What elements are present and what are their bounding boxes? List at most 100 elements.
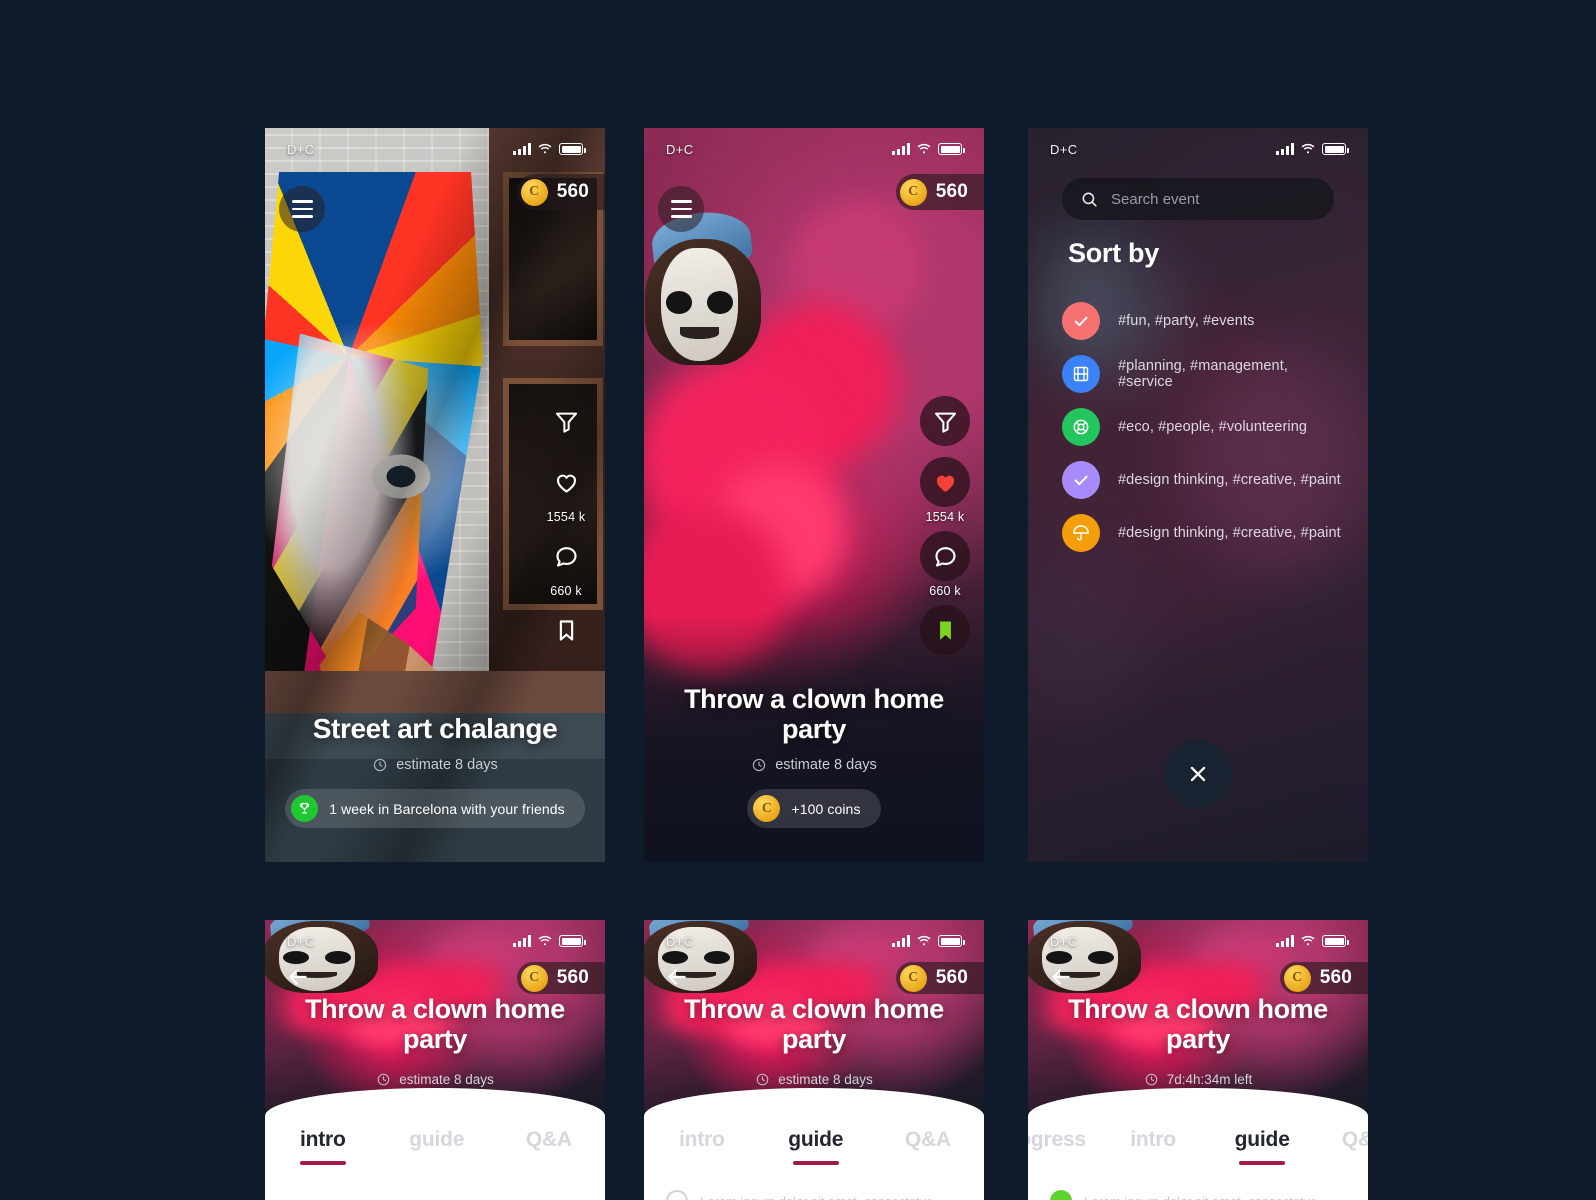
tab-intro[interactable]: intro — [265, 1128, 381, 1165]
battery-full-icon — [938, 935, 965, 947]
coin-icon: C — [520, 964, 548, 992]
screen-feed-clown-party: D+C C 560 1554 k 660 k Throw a clown hom… — [644, 128, 984, 862]
status-bar: D+C — [644, 128, 984, 170]
sort-options-list: #fun, #party, #events #planning, #manage… — [1062, 294, 1346, 559]
search-input[interactable]: Search event — [1062, 178, 1334, 220]
comment-count: 660 k — [929, 584, 961, 598]
coin-icon: C — [520, 178, 548, 206]
tab-qa[interactable]: Q&A — [493, 1128, 605, 1165]
cellular-bars-icon — [892, 935, 910, 947]
arrow-left-icon[interactable] — [1044, 960, 1078, 994]
tab-qa[interactable]: Q&A — [1318, 1128, 1368, 1165]
coin-balance-badge[interactable]: C 560 — [895, 174, 984, 210]
tab-bar: intro guide Q&A — [644, 1128, 984, 1165]
wifi-icon — [917, 935, 931, 946]
carrier-label: D+C — [1050, 933, 1078, 949]
status-bar: D+C — [265, 920, 605, 962]
cellular-bars-icon — [1276, 935, 1294, 947]
reward-pill[interactable]: C +100 coins — [747, 789, 881, 828]
heart-filled-icon[interactable] — [920, 457, 970, 507]
sort-option-row[interactable]: #design thinking, #creative, #paint — [1062, 506, 1346, 559]
step-bullet-icon — [1050, 1190, 1072, 1200]
sort-option-row[interactable]: #fun, #party, #events — [1062, 294, 1346, 347]
status-bar: D+C — [644, 920, 984, 962]
cellular-bars-icon — [513, 143, 531, 155]
filter-funnel-icon[interactable] — [920, 396, 970, 446]
event-estimate-label: estimate 8 days — [775, 757, 877, 773]
event-title: Throw a clown home party — [684, 994, 944, 1055]
comment-bubble-icon[interactable] — [541, 531, 591, 581]
detail-sheet: progress intro guide Q&A Lorem ipsum dol… — [1028, 1088, 1368, 1200]
clock-icon — [374, 758, 387, 772]
coin-icon: C — [899, 178, 927, 206]
sort-option-row[interactable]: #planning, #management, #service — [1062, 347, 1346, 400]
action-rail: 1554 k 660 k — [541, 396, 591, 655]
coin-balance-badge[interactable]: C 560 — [1279, 962, 1368, 994]
hamburger-menu-icon[interactable] — [279, 186, 325, 232]
status-bar: D+C — [1028, 920, 1368, 962]
tab-label: Q&A — [525, 1128, 572, 1151]
tab-label: intro — [678, 1128, 725, 1151]
tab-bar: progress intro guide Q&A — [1028, 1128, 1368, 1165]
guide-step-row: Lorem ipsum dolor sit amet, consectetur — [666, 1190, 962, 1200]
coin-balance-badge[interactable]: C 560 — [895, 962, 984, 994]
coin-balance-value: 560 — [935, 181, 968, 202]
event-estimate-label: estimate 8 days — [778, 1072, 873, 1087]
coin-balance-badge[interactable]: C 560 — [516, 174, 605, 210]
tab-label: progress — [1028, 1128, 1086, 1151]
sort-option-label: #design thinking, #creative, #paint — [1118, 524, 1341, 541]
screen-detail-progress: D+C C 560 Throw a clown home party 7d:4h… — [1028, 920, 1368, 1200]
sort-option-row[interactable]: #design thinking, #creative, #paint — [1062, 453, 1346, 506]
status-bar: D+C — [1028, 128, 1368, 170]
battery-full-icon — [938, 143, 965, 155]
tab-guide[interactable]: guide — [381, 1128, 493, 1165]
cellular-bars-icon — [892, 143, 910, 155]
step-bullet-icon — [666, 1190, 688, 1200]
arrow-left-icon[interactable] — [660, 960, 694, 994]
event-estimate: estimate 8 days — [283, 757, 587, 773]
bookmark-outline-icon[interactable] — [541, 605, 591, 655]
tab-intro[interactable]: intro — [1100, 1128, 1207, 1165]
tab-qa[interactable]: Q&A — [872, 1128, 984, 1165]
reward-label: 1 week in Barcelona with your friends — [329, 800, 565, 817]
screenshot-canvas: D+C C 560 1554 k 660 k Street art chalan… — [0, 0, 1596, 1200]
clock-icon — [756, 1073, 769, 1086]
event-estimate: estimate 8 days — [662, 757, 966, 773]
event-title: Street art chalange — [312, 712, 558, 744]
heart-outline-icon[interactable] — [541, 457, 591, 507]
clock-icon — [377, 1073, 390, 1086]
tab-intro[interactable]: intro — [644, 1128, 760, 1165]
sort-option-label: #design thinking, #creative, #paint — [1118, 471, 1341, 488]
filter-funnel-icon[interactable] — [541, 396, 591, 446]
cellular-bars-icon — [513, 935, 531, 947]
comment-count: 660 k — [550, 584, 582, 598]
reward-pill[interactable]: 1 week in Barcelona with your friends — [285, 789, 585, 828]
comment-bubble-icon[interactable] — [920, 531, 970, 581]
arrow-left-icon[interactable] — [281, 960, 315, 994]
check-icon — [1062, 301, 1100, 340]
status-bar: D+C — [265, 128, 605, 170]
step-label: Lorem ipsum dolor sit amet, consectetur — [1084, 1194, 1315, 1200]
event-title: Throw a clown home party — [684, 683, 944, 744]
tab-progress[interactable]: progress — [1028, 1128, 1100, 1165]
sort-option-row[interactable]: #eco, #people, #volunteering — [1062, 400, 1346, 453]
battery-full-icon — [1322, 143, 1349, 155]
wifi-icon — [1301, 143, 1315, 154]
close-x-icon[interactable] — [1164, 740, 1232, 808]
coin-icon: C — [899, 964, 927, 992]
trophy-icon — [291, 795, 319, 822]
event-estimate: estimate 8 days — [644, 1072, 984, 1087]
bookmark-filled-icon[interactable] — [920, 605, 970, 655]
wifi-icon — [538, 143, 552, 154]
tab-guide[interactable]: guide — [1207, 1128, 1318, 1165]
carrier-label: D+C — [666, 141, 694, 157]
screen-sort-panel: D+C Search event Sort by #fun, #party, #… — [1028, 128, 1368, 862]
carrier-label: D+C — [287, 141, 315, 157]
tab-guide[interactable]: guide — [760, 1128, 872, 1165]
wifi-icon — [1301, 935, 1315, 946]
wifi-icon — [917, 143, 931, 154]
tab-underline — [1239, 1161, 1286, 1165]
event-estimate-label: estimate 8 days — [399, 1072, 494, 1087]
coin-balance-badge[interactable]: C 560 — [516, 962, 605, 994]
hamburger-menu-icon[interactable] — [658, 186, 704, 232]
